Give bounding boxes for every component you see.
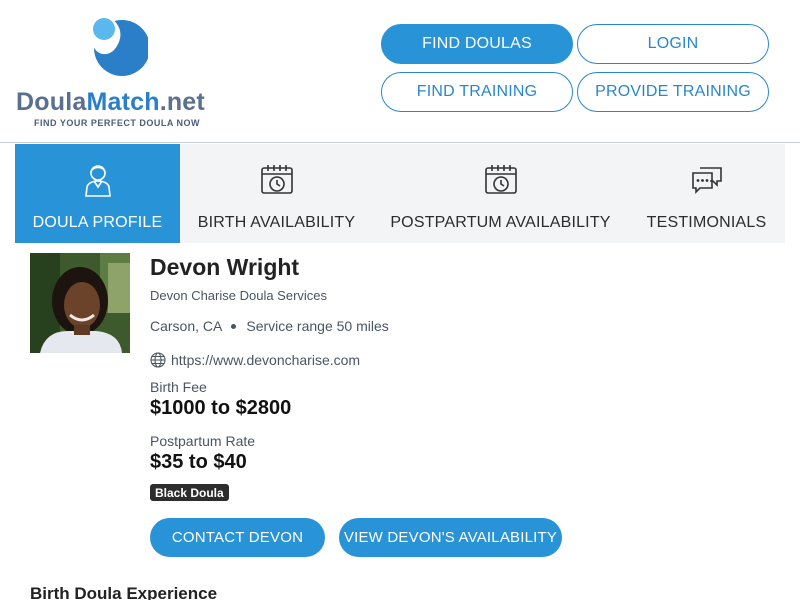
logo-word-match: Match	[86, 88, 160, 116]
postpartum-rate-label: Postpartum Rate	[150, 433, 256, 449]
logo-wordmark: DoulaMatch.net	[16, 88, 205, 117]
birth-doula-experience-heading: Birth Doula Experience	[30, 584, 218, 600]
doula-logo-icon	[92, 14, 148, 76]
calendar-clock-icon	[259, 162, 295, 198]
tab-label: TESTIMONIALS	[646, 214, 767, 231]
black-doula-badge: Black Doula	[150, 484, 229, 501]
globe-icon	[150, 352, 166, 368]
tab-doula-profile[interactable]: DOULA PROFILE	[15, 144, 180, 243]
tab-postpartum-availability[interactable]: POSTPARTUM AVAILABILITY	[373, 144, 628, 243]
doula-name: Devon Wright	[150, 254, 300, 280]
business-name: Devon Charise Doula Services	[150, 288, 328, 303]
view-availability-button[interactable]: VIEW DEVON'S AVAILABILITY	[339, 518, 562, 557]
tab-birth-availability[interactable]: BIRTH AVAILABILITY	[180, 144, 373, 243]
site-header: DoulaMatch.net FIND YOUR PERFECT DOULA N…	[0, 0, 800, 143]
location-line: Carson, CA Service range 50 miles	[150, 318, 389, 334]
find-training-button[interactable]: FIND TRAINING	[381, 72, 573, 112]
profile-photo	[30, 253, 130, 353]
service-range: Service range 50 miles	[246, 318, 389, 334]
doula-person-icon	[80, 162, 116, 198]
separator-dot	[231, 323, 237, 329]
birth-fee-label: Birth Fee	[150, 379, 207, 395]
find-doulas-button[interactable]: FIND DOULAS	[381, 24, 573, 64]
city: Carson, CA	[150, 318, 223, 334]
logo-tagline: FIND YOUR PERFECT DOULA NOW	[34, 118, 200, 128]
logo-word-net: .net	[159, 88, 205, 116]
profile-tabs: DOULA PROFILE BIRTH AVAILABILITY POSTPAR…	[15, 144, 785, 243]
calendar-clock-icon	[483, 162, 519, 198]
tab-label: BIRTH AVAILABILITY	[197, 214, 356, 231]
tab-testimonials[interactable]: TESTIMONIALS	[628, 144, 785, 243]
tab-label: DOULA PROFILE	[32, 214, 163, 231]
contact-devon-button[interactable]: CONTACT DEVON	[150, 518, 325, 557]
logo-word-doula: Doula	[16, 88, 87, 116]
website-link[interactable]: https://www.devoncharise.com	[150, 352, 360, 368]
website-url[interactable]: https://www.devoncharise.com	[171, 352, 360, 368]
login-button[interactable]: LOGIN	[577, 24, 769, 64]
postpartum-rate-value: $35 to $40	[150, 451, 247, 473]
provide-training-button[interactable]: PROVIDE TRAINING	[577, 72, 769, 112]
tab-label: POSTPARTUM AVAILABILITY	[390, 214, 611, 231]
chat-bubbles-icon	[689, 162, 725, 198]
site-logo[interactable]: DoulaMatch.net FIND YOUR PERFECT DOULA N…	[16, 10, 226, 132]
birth-fee-value: $1000 to $2800	[150, 397, 292, 419]
